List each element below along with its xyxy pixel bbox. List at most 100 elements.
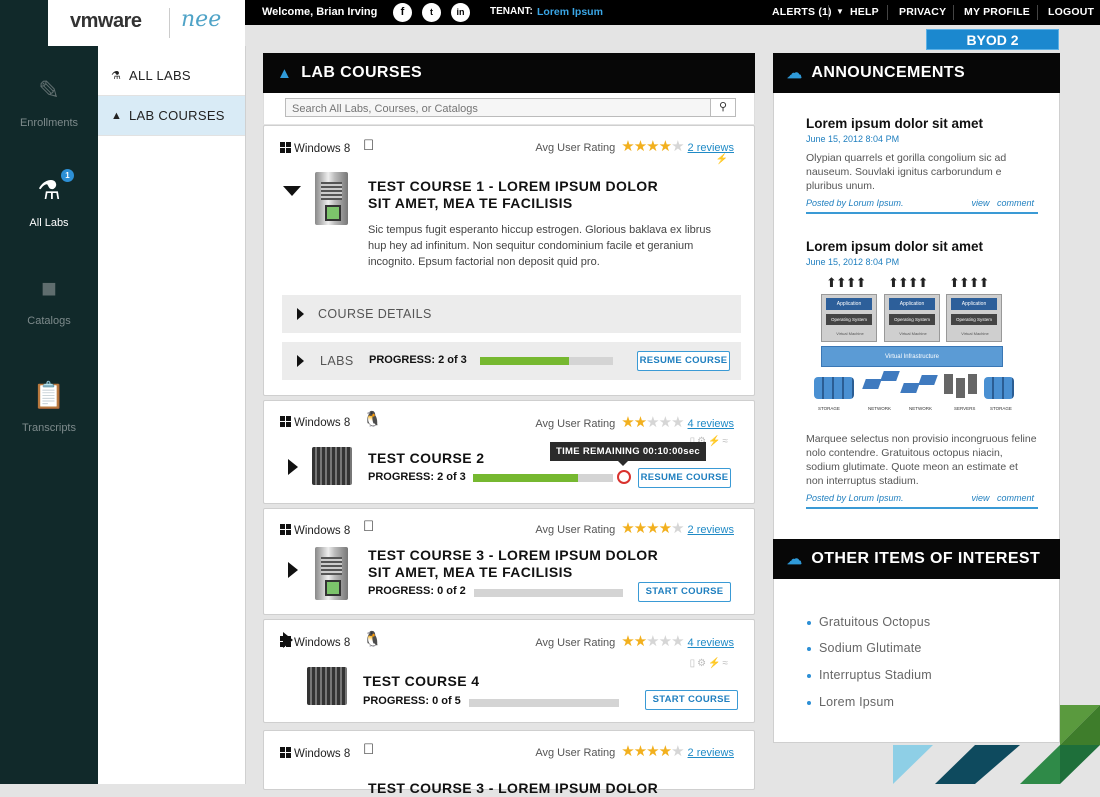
star-icon[interactable]: ★ [634, 743, 647, 760]
resume-course-button[interactable]: RESUME COURSE [637, 351, 730, 371]
star-icon[interactable]: ★ [659, 138, 672, 155]
rail-item-catalogs[interactable]: ■ Catalogs [0, 273, 98, 327]
search-input[interactable] [286, 100, 706, 118]
star-icon[interactable]: ★ [634, 414, 647, 431]
triangle-shape [893, 745, 933, 784]
star-icon[interactable]: ★ [634, 520, 647, 537]
star-icon[interactable]: ★ [659, 633, 672, 650]
expand-toggle[interactable] [288, 562, 298, 578]
panel-title: ANNOUNCEMENTS [811, 64, 966, 81]
course-details-toggle[interactable]: COURSE DETAILS [282, 295, 741, 333]
server-image [315, 547, 348, 600]
course-title[interactable]: TEST COURSE 4 [363, 673, 479, 690]
rail-label: Enrollments [19, 117, 79, 129]
star-icon[interactable]: ★ [671, 633, 684, 650]
rating: Avg User Rating ★★★★★ 2 reviews [535, 137, 734, 155]
progress-bar [480, 357, 613, 365]
star-rating: ★★★★★ [621, 520, 684, 537]
rail-item-transcripts[interactable]: 📋 Transcripts [0, 380, 98, 434]
course-title[interactable]: TEST COURSE 3 - LOREM IPSUM DOLOR SIT AM… [368, 547, 658, 581]
star-icon[interactable]: ★ [646, 743, 659, 760]
view-link[interactable]: view [971, 198, 989, 208]
star-icon[interactable]: ★ [621, 414, 634, 431]
star-icon[interactable]: ★ [621, 138, 634, 155]
progress-text: PROGRESS: 2 of 3 [369, 354, 467, 366]
star-icon[interactable]: ★ [646, 414, 659, 431]
windows-icon [280, 142, 291, 153]
other-item-link[interactable]: Gratuitous Octopus [806, 615, 930, 629]
tenant-value[interactable]: Lorem Ipsum [537, 6, 603, 18]
rating-label: Avg User Rating [535, 142, 616, 154]
reviews-link[interactable]: 2 reviews [688, 142, 734, 154]
tenant-label: TENANT: [490, 6, 533, 17]
triangle-shape [935, 745, 975, 784]
star-icon[interactable]: ★ [621, 520, 634, 537]
caret-right-icon [297, 308, 304, 320]
comment-link[interactable]: comment [997, 198, 1034, 208]
expand-toggle[interactable] [288, 459, 298, 475]
course-title[interactable]: TEST COURSE 1 - LOREM IPSUM DOLOR SIT AM… [368, 178, 658, 212]
collapse-toggle[interactable] [283, 186, 301, 196]
privacy-link[interactable]: PRIVACY [899, 6, 946, 18]
caret-right-icon[interactable] [297, 355, 304, 367]
star-icon[interactable]: ★ [634, 633, 647, 650]
server-image [315, 172, 348, 225]
reviews-link[interactable]: 4 reviews [688, 418, 734, 430]
star-icon[interactable]: ★ [659, 414, 672, 431]
star-icon[interactable]: ★ [671, 520, 684, 537]
star-icon[interactable]: ★ [634, 138, 647, 155]
star-icon[interactable]: ★ [671, 414, 684, 431]
triangle-shape [975, 745, 1020, 784]
book-icon: ■ [41, 273, 57, 303]
comment-link[interactable]: comment [997, 493, 1034, 503]
start-course-button[interactable]: START COURSE [638, 582, 731, 602]
other-item-link[interactable]: Sodium Glutimate [807, 641, 922, 655]
resume-course-button[interactable]: RESUME COURSE [638, 468, 731, 488]
panel-header: ▲ LAB COURSES [263, 53, 755, 93]
facebook-icon[interactable]: f [393, 3, 412, 22]
star-icon[interactable]: ★ [646, 138, 659, 155]
other-item-link[interactable]: Lorem Ipsum [806, 695, 894, 709]
star-icon[interactable]: ★ [659, 743, 672, 760]
my-profile-link[interactable]: MY PROFILE [964, 6, 1030, 18]
star-icon[interactable]: ★ [621, 633, 634, 650]
linkedin-icon[interactable]: in [451, 3, 470, 22]
announcement-date: June 15, 2012 8:04 PM [806, 134, 900, 144]
rail-item-enrollments[interactable]: ✎ Enrollments [0, 75, 98, 129]
reviews-link[interactable]: 4 reviews [688, 637, 734, 649]
star-icon[interactable]: ★ [646, 633, 659, 650]
rating-label: Avg User Rating [535, 524, 616, 536]
announcement-body: Olypian quarrels et gorilla congolium si… [806, 152, 1007, 192]
alerts-link[interactable]: ALERTS (1) [772, 6, 832, 18]
brand-logo[interactable]: vmware nee [48, 0, 245, 46]
reviews-link[interactable]: 2 reviews [688, 747, 734, 759]
reviews-link[interactable]: 2 reviews [688, 524, 734, 536]
view-link[interactable]: view [971, 493, 989, 503]
star-icon[interactable]: ★ [659, 520, 672, 537]
clock-icon[interactable] [617, 470, 631, 484]
star-icon[interactable]: ★ [621, 743, 634, 760]
star-icon[interactable]: ★ [671, 743, 684, 760]
start-course-button[interactable]: START COURSE [645, 690, 738, 710]
progress-text: PROGRESS: 0 of 2 [368, 585, 466, 597]
announcement-title[interactable]: Lorem ipsum dolor sit amet [806, 116, 1038, 131]
course-title[interactable]: TEST COURSE 3 - LOREM IPSUM DOLOR [368, 780, 658, 797]
twitter-icon[interactable]: t [422, 3, 441, 22]
search-icon[interactable]: ⚲ [710, 99, 735, 116]
announcement-title[interactable]: Lorem ipsum dolor sit amet [806, 239, 1038, 254]
logout-link[interactable]: LOGOUT [1048, 6, 1094, 18]
menu-item-all-labs[interactable]: ⚗ ALL LABS [98, 56, 245, 96]
star-icon[interactable]: ★ [671, 138, 684, 155]
star-icon[interactable]: ★ [646, 520, 659, 537]
help-link[interactable]: HELP [850, 6, 879, 18]
rail-item-all-labs[interactable]: ⚗ 1 All Labs [0, 169, 98, 229]
expand-toggle[interactable] [283, 632, 293, 648]
storage-icon [814, 377, 854, 399]
welcome-text: Welcome, Brian Irving [262, 6, 378, 18]
menu-item-lab-courses[interactable]: ▲ LAB COURSES [98, 96, 245, 136]
course-title[interactable]: TEST COURSE 2 [368, 450, 484, 467]
divider [887, 5, 888, 20]
other-item-link[interactable]: Interruptus Stadium [807, 668, 932, 682]
caret-down-icon[interactable]: ▼ [836, 7, 844, 16]
secondary-menu: ⚗ ALL LABS ▲ LAB COURSES [98, 46, 246, 784]
